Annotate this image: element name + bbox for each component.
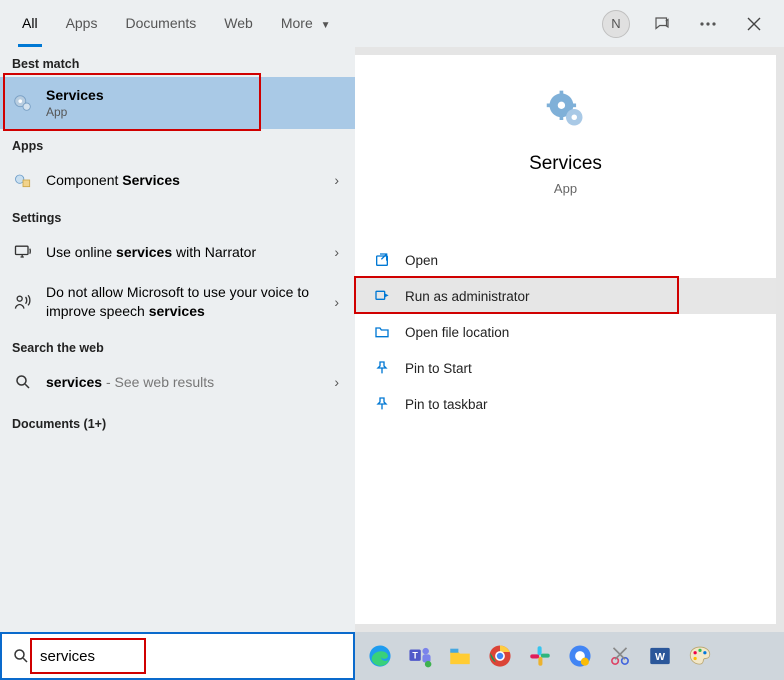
action-pin-to-start[interactable]: Pin to Start <box>355 350 776 386</box>
taskbar-snip-icon[interactable] <box>603 639 637 673</box>
action-run-as-administrator[interactable]: Run as administrator <box>355 278 776 314</box>
search-input[interactable] <box>40 648 343 665</box>
preview-pane: Services App Open Run as administrator <box>355 55 776 624</box>
taskbar-chrome-icon[interactable] <box>483 639 517 673</box>
result-title: Use online services with Narrator <box>46 244 322 260</box>
taskbar-teams-icon[interactable]: T <box>403 639 437 673</box>
component-services-icon <box>12 169 34 191</box>
action-label: Pin to Start <box>405 361 472 376</box>
open-icon <box>373 251 391 269</box>
result-web-services[interactable]: services - See web results › <box>0 361 355 403</box>
taskbar-word-icon[interactable]: W <box>643 639 677 673</box>
result-speech-services[interactable]: Do not allow Microsoft to use your voice… <box>0 273 355 331</box>
result-title: Services <box>46 87 104 103</box>
result-title: Do not allow Microsoft to use your voice… <box>46 283 322 321</box>
result-services-app[interactable]: Services App <box>0 77 355 129</box>
tab-all[interactable]: All <box>8 0 52 47</box>
svg-text:T: T <box>412 650 418 660</box>
search-icon <box>12 371 34 393</box>
result-subtitle: App <box>46 105 343 119</box>
action-open-file-location[interactable]: Open file location <box>355 314 776 350</box>
services-app-icon <box>544 87 588 131</box>
taskbar-slack-icon[interactable] <box>523 639 557 673</box>
action-pin-to-taskbar[interactable]: Pin to taskbar <box>355 386 776 422</box>
search-web-header: Search the web <box>0 331 355 361</box>
tab-apps[interactable]: Apps <box>52 0 112 47</box>
chevron-right-icon: › <box>334 244 343 260</box>
action-label: Open file location <box>405 325 509 340</box>
tab-more[interactable]: More ▼ <box>267 0 345 47</box>
chevron-right-icon: › <box>334 374 343 390</box>
feedback-icon[interactable] <box>648 10 676 38</box>
result-title: services - See web results <box>46 374 322 390</box>
action-open[interactable]: Open <box>355 242 776 278</box>
result-component-services[interactable]: Component Services › <box>0 159 355 201</box>
more-options-icon[interactable] <box>694 10 722 38</box>
chevron-down-icon: ▼ <box>321 20 331 31</box>
results-pane: Best match Services App Apps Component S… <box>0 47 355 632</box>
taskbar-chrome-alt-icon[interactable] <box>563 639 597 673</box>
search-icon <box>12 647 30 665</box>
search-box[interactable] <box>0 632 355 680</box>
preview-title: Services <box>355 153 776 175</box>
taskbar-edge-icon[interactable] <box>363 639 397 673</box>
taskbar: T W <box>355 632 784 680</box>
search-filter-tabs: All Apps Documents Web More ▼ N <box>0 0 784 47</box>
user-avatar[interactable]: N <box>602 10 630 38</box>
chevron-right-icon: › <box>334 294 343 310</box>
taskbar-paint-icon[interactable] <box>683 639 717 673</box>
apps-header: Apps <box>0 129 355 159</box>
shield-admin-icon <box>373 287 391 305</box>
taskbar-explorer-icon[interactable] <box>443 639 477 673</box>
close-icon[interactable] <box>740 10 768 38</box>
monitor-icon <box>12 241 34 263</box>
tab-web[interactable]: Web <box>210 0 267 47</box>
pin-icon <box>373 359 391 377</box>
gear-icon <box>12 92 34 114</box>
settings-header: Settings <box>0 201 355 231</box>
documents-header: Documents (1+) <box>0 403 355 437</box>
pin-icon <box>373 395 391 413</box>
preview-subtitle: App <box>355 181 776 196</box>
best-match-header: Best match <box>0 47 355 77</box>
svg-text:W: W <box>655 651 665 663</box>
chevron-right-icon: › <box>334 172 343 188</box>
result-narrator-services[interactable]: Use online services with Narrator › <box>0 231 355 273</box>
person-speaking-icon <box>12 291 34 313</box>
tab-documents[interactable]: Documents <box>111 0 210 47</box>
action-label: Run as administrator <box>405 289 530 304</box>
result-title: Component Services <box>46 172 322 188</box>
action-label: Open <box>405 253 438 268</box>
action-label: Pin to taskbar <box>405 397 488 412</box>
tab-more-label: More <box>281 15 313 31</box>
folder-icon <box>373 323 391 341</box>
